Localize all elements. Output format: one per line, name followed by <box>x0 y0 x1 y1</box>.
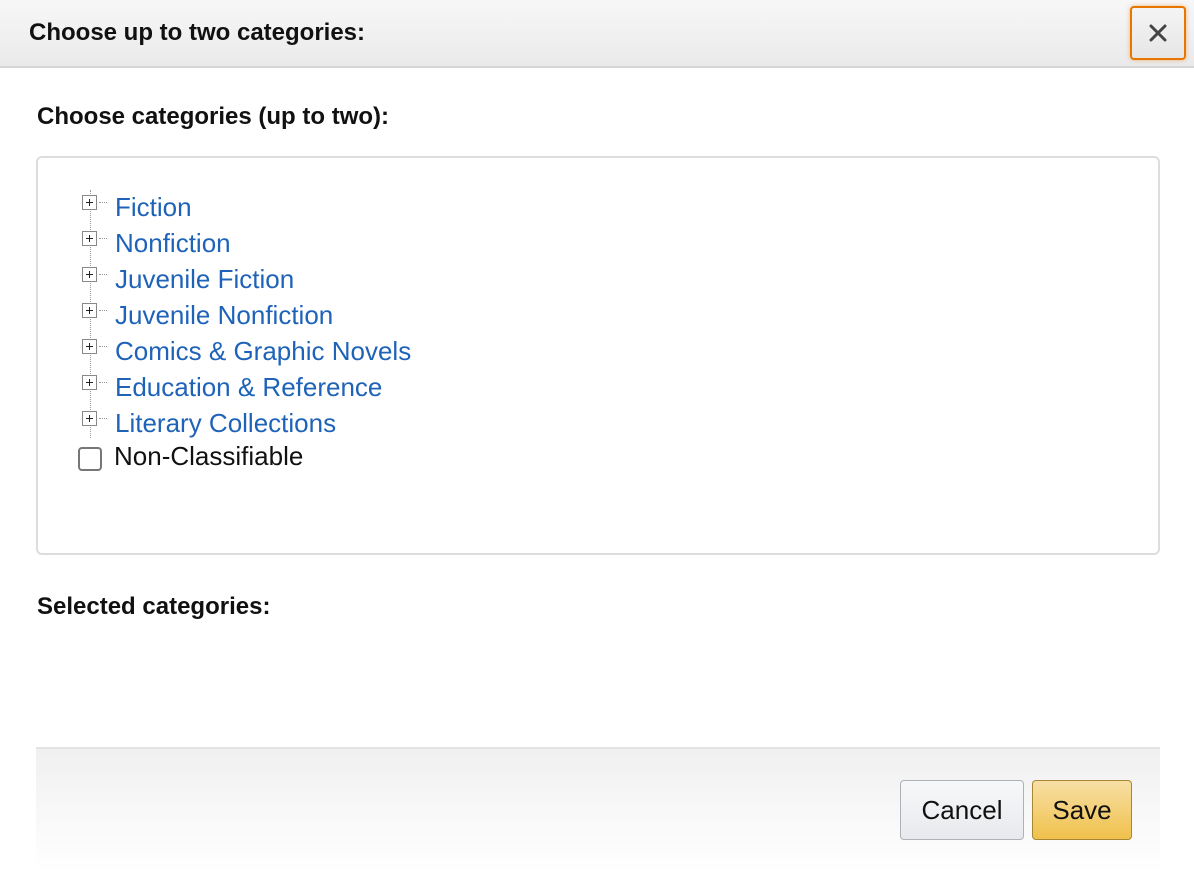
dialog-header: Choose up to two categories: <box>0 0 1194 68</box>
cancel-button[interactable]: Cancel <box>900 780 1024 840</box>
tree-item-comics: Comics & Graphic Novels <box>38 302 638 366</box>
category-link-literary-collections[interactable]: Literary Collections <box>115 408 336 439</box>
tree-item-juvenile-nonfiction: Juvenile Nonfiction <box>38 266 638 330</box>
choose-categories-label: Choose categories (up to two): <box>37 103 390 130</box>
selected-categories-label: Selected categories: <box>37 593 271 620</box>
close-icon <box>1149 24 1167 42</box>
dialog-footer: Cancel Save <box>36 747 1160 872</box>
tree-item-nonfiction: Nonfiction <box>38 194 638 258</box>
category-tree: Fiction Nonfiction Juvenile Fiction Juve… <box>36 156 1160 555</box>
non-classifiable-label[interactable]: Non-Classifiable <box>114 441 303 472</box>
tree-item-education: Education & Reference <box>38 338 638 402</box>
category-dialog: Choose up to two categories: Choose cate… <box>0 0 1194 892</box>
tree-item-fiction: Fiction <box>38 158 638 222</box>
dialog-title: Choose up to two categories: <box>29 19 366 46</box>
expand-plus-icon[interactable] <box>82 411 97 426</box>
non-classifiable-checkbox[interactable] <box>78 447 102 471</box>
tree-connector <box>99 418 107 419</box>
save-button[interactable]: Save <box>1032 780 1132 840</box>
tree-item-juvenile-fiction: Juvenile Fiction <box>38 230 638 294</box>
close-button[interactable] <box>1130 6 1186 60</box>
tree-item-literary-collections: Literary Collections <box>38 374 638 438</box>
